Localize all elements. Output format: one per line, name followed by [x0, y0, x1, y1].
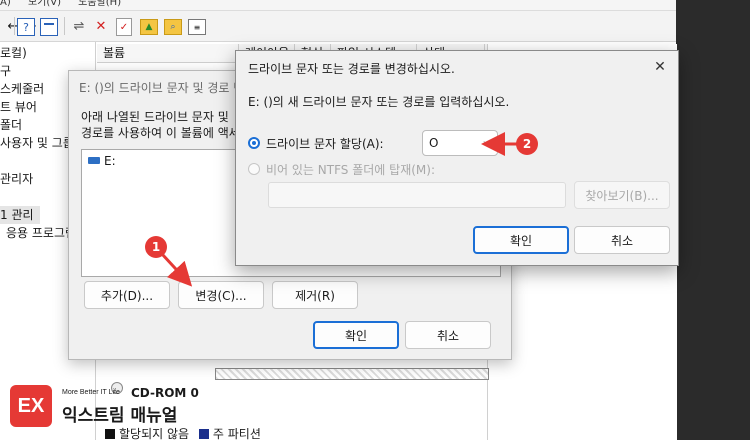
annotation-arrow-1 [160, 252, 193, 287]
annotation-overlay [160, 132, 520, 287]
logo-tagline: More Better IT Life [62, 389, 120, 396]
logo-name: 익스트림 매뉴얼 [62, 406, 178, 426]
annotation-badge-1: 1 [145, 236, 167, 258]
watermark-logo: EX More Better IT Life 익스트림 매뉴얼 [10, 385, 196, 429]
logo-mark: EX [10, 385, 52, 427]
annotation-badge-2: 2 [516, 133, 538, 155]
